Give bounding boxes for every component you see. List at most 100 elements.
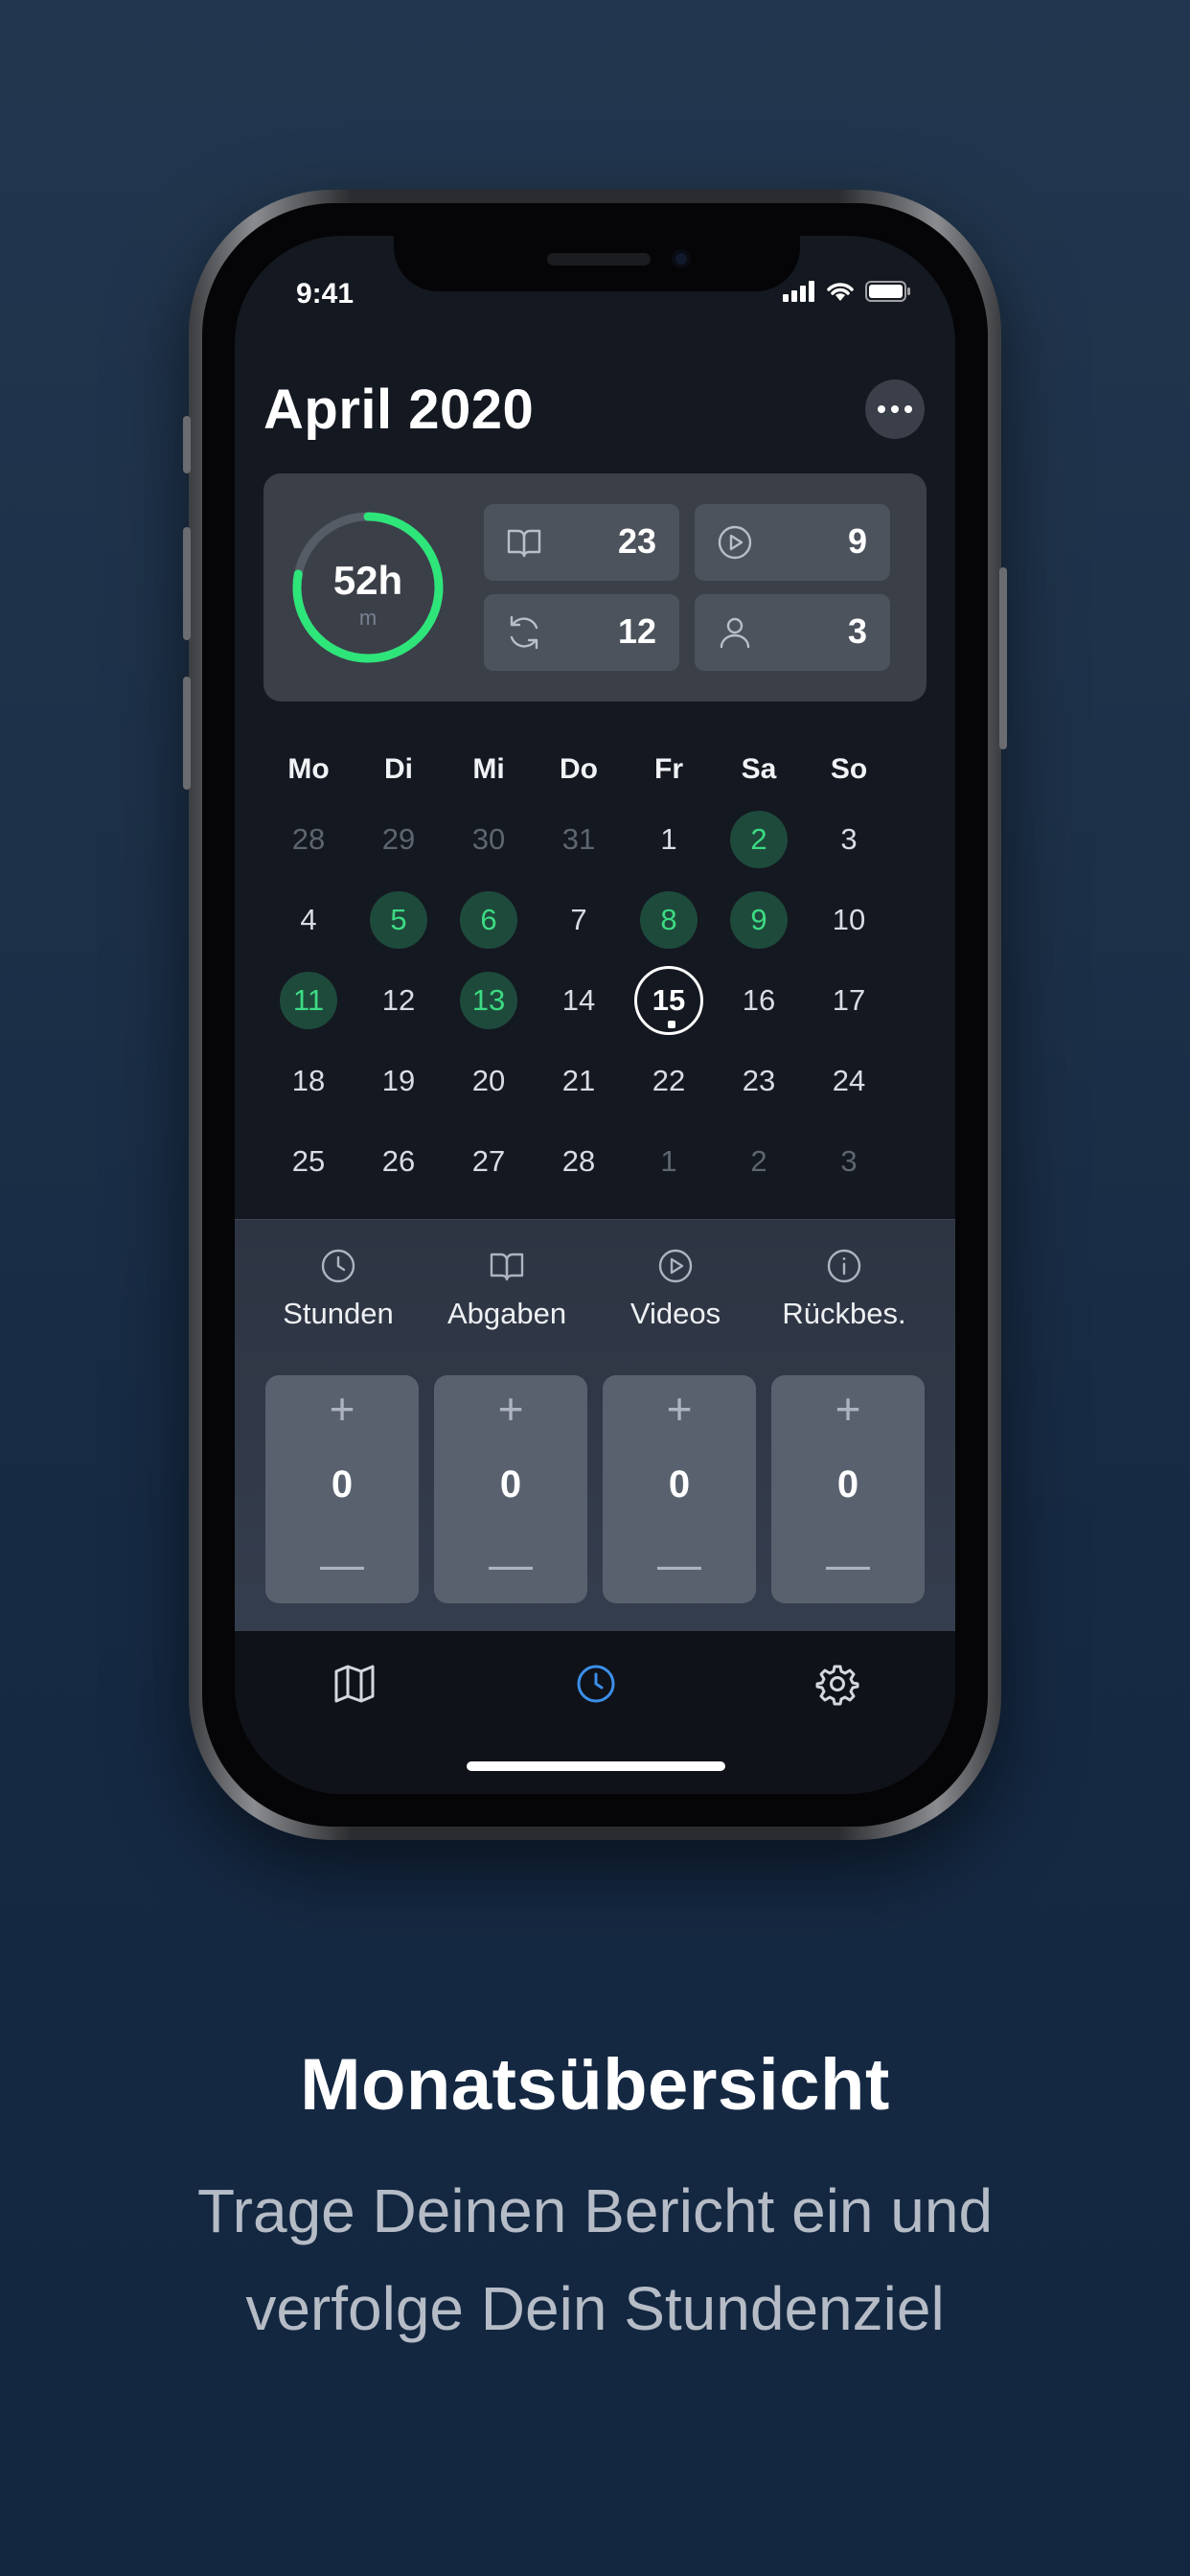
map-icon[interactable] xyxy=(329,1658,380,1710)
calendar-day[interactable]: 29 xyxy=(370,811,427,868)
monthly-summary-card: 52h m 23 9 12 3 xyxy=(263,473,927,702)
home-indicator xyxy=(467,1761,725,1771)
calendar-day[interactable]: 19 xyxy=(370,1052,427,1110)
weekday-label: Fr xyxy=(654,753,683,785)
app-screen: 9:41 April 2020 52h m 23 9 12 3 Mo Di Mi… xyxy=(235,236,955,1794)
stat-placements: 23 xyxy=(484,504,679,581)
cellular-signal-icon xyxy=(783,281,814,302)
wifi-icon xyxy=(827,283,854,301)
calendar-day[interactable]: 15 xyxy=(634,966,703,1035)
calendar-day[interactable]: 5 xyxy=(370,891,427,949)
decrement-button[interactable]: — xyxy=(265,1542,419,1586)
battery-icon xyxy=(865,281,910,302)
hours-total: 52h xyxy=(332,558,403,603)
status-time: 9:41 xyxy=(296,278,355,310)
calendar-day[interactable]: 25 xyxy=(280,1133,337,1190)
calendar-day[interactable]: 2 xyxy=(730,811,788,868)
more-options-button[interactable] xyxy=(865,380,925,439)
placements-counter: + 0 — xyxy=(434,1375,587,1603)
return-visits-counter: + 0 — xyxy=(771,1375,925,1603)
stat-placements-value: 23 xyxy=(617,521,656,561)
weekday-label: Mi xyxy=(472,753,505,785)
category-placements: Abgaben xyxy=(423,1247,591,1331)
volume-up-button xyxy=(183,527,191,640)
counter-value: 0 xyxy=(668,1463,691,1506)
gear-icon[interactable] xyxy=(812,1658,863,1710)
calendar-day[interactable]: 10 xyxy=(820,891,878,949)
category-videos: Videos xyxy=(591,1247,760,1331)
calendar-day[interactable]: 28 xyxy=(280,811,337,868)
calendar-day[interactable]: 2 xyxy=(730,1133,788,1190)
calendar-day[interactable]: 13 xyxy=(460,972,517,1029)
calendar-day[interactable]: 11 xyxy=(280,972,337,1029)
calendar-day[interactable]: 18 xyxy=(280,1052,337,1110)
phone-bezel: 9:41 April 2020 52h m 23 9 12 3 Mo Di Mi… xyxy=(202,203,988,1827)
calendar-day[interactable]: 3 xyxy=(820,811,878,868)
calendar-day[interactable]: 21 xyxy=(550,1052,607,1110)
category-hours: Stunden xyxy=(254,1247,423,1331)
weekday-label: Do xyxy=(560,753,598,785)
volume-down-button xyxy=(183,677,191,790)
today-entry-dot xyxy=(668,1021,675,1028)
increment-button[interactable]: + xyxy=(434,1387,587,1431)
counter-value: 0 xyxy=(331,1463,354,1506)
calendar-day[interactable]: 3 xyxy=(820,1133,878,1190)
more-dot-icon xyxy=(891,405,899,413)
calendar-day[interactable]: 27 xyxy=(460,1133,517,1190)
feature-description-line: verfolge Dein Stundenziel xyxy=(245,2274,945,2343)
hours-minutes-unit: m xyxy=(358,606,378,630)
calendar-day[interactable]: 28 xyxy=(550,1133,607,1190)
calendar-day[interactable]: 1 xyxy=(640,1133,698,1190)
weekday-header: Mo Di Mi Do Fr Sa So xyxy=(263,753,927,801)
calendar-day[interactable]: 12 xyxy=(370,972,427,1029)
person-icon xyxy=(720,617,750,649)
refresh-icon xyxy=(510,615,538,650)
calendar-day[interactable]: 22 xyxy=(640,1052,698,1110)
feature-description-line: Trage Deinen Bericht ein und xyxy=(196,2176,994,2245)
stat-studies: 3 xyxy=(695,594,890,671)
calendar-day[interactable]: 9 xyxy=(730,891,788,949)
increment-button[interactable]: + xyxy=(603,1387,756,1431)
play-icon xyxy=(658,1249,693,1283)
weekday-label: So xyxy=(830,753,868,785)
decrement-button[interactable]: — xyxy=(434,1542,587,1586)
calendar-day[interactable]: 7 xyxy=(550,891,607,949)
decrement-button[interactable]: — xyxy=(771,1542,925,1586)
category-label: Abgaben xyxy=(446,1297,567,1330)
increment-button[interactable]: + xyxy=(265,1387,419,1431)
entry-panel: Stunden Abgaben Videos Rückbes. + 0 — + … xyxy=(235,1219,955,1632)
category-label: Videos xyxy=(629,1297,721,1330)
mute-switch xyxy=(183,416,191,473)
counter-value: 0 xyxy=(499,1463,522,1506)
page-title: April 2020 xyxy=(263,379,535,441)
calendar-day[interactable]: 31 xyxy=(550,811,607,868)
calendar-day[interactable]: 14 xyxy=(550,972,607,1029)
decrement-button[interactable]: — xyxy=(603,1542,756,1586)
power-button xyxy=(999,567,1007,749)
videos-counter: + 0 — xyxy=(603,1375,756,1603)
calendar-day[interactable]: 6 xyxy=(460,891,517,949)
tab-bar xyxy=(235,1631,955,1794)
clock-icon[interactable] xyxy=(570,1658,622,1710)
front-camera xyxy=(672,249,691,268)
calendar-day[interactable]: 8 xyxy=(640,891,698,949)
book-icon xyxy=(507,529,541,558)
calendar-day[interactable]: 30 xyxy=(460,811,517,868)
stat-return-visits-value: 12 xyxy=(617,611,656,651)
calendar-day[interactable]: 23 xyxy=(730,1052,788,1110)
counter-value: 0 xyxy=(836,1463,859,1506)
system-icons xyxy=(783,280,911,303)
calendar-day[interactable]: 24 xyxy=(820,1052,878,1110)
feature-description: Trage Deinen Bericht ein und verfolge De… xyxy=(0,2162,1190,2358)
phone-frame: 9:41 April 2020 52h m 23 9 12 3 Mo Di Mi… xyxy=(183,190,1007,1840)
calendar-day[interactable]: 26 xyxy=(370,1133,427,1190)
calendar-day[interactable]: 16 xyxy=(730,972,788,1029)
stat-videos-value: 9 xyxy=(847,521,867,561)
calendar-day[interactable]: 1 xyxy=(640,811,698,868)
calendar-day[interactable]: 4 xyxy=(280,891,337,949)
category-label: Stunden xyxy=(283,1297,394,1330)
book-icon xyxy=(490,1253,524,1281)
calendar-day[interactable]: 17 xyxy=(820,972,878,1029)
increment-button[interactable]: + xyxy=(771,1387,925,1431)
calendar-day[interactable]: 20 xyxy=(460,1052,517,1110)
